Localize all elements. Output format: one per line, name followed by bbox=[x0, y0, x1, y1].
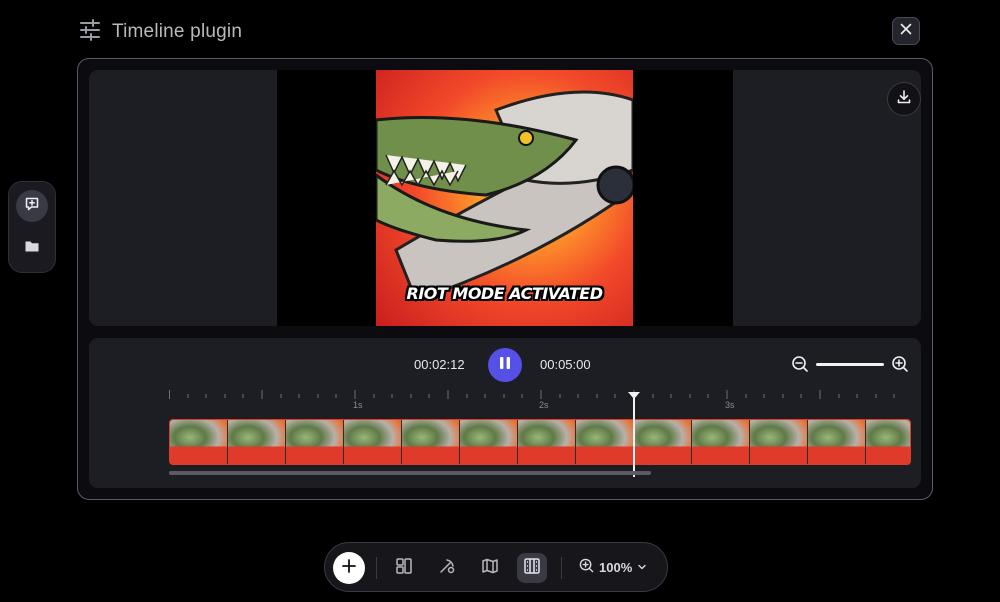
timeline-scrollbar[interactable] bbox=[169, 471, 651, 475]
add-comment-button[interactable] bbox=[16, 190, 48, 222]
time-ruler[interactable]: 1s 2s 3s bbox=[169, 390, 911, 412]
add-button[interactable] bbox=[333, 552, 365, 584]
zoom-in-icon bbox=[579, 558, 594, 576]
clip-frame bbox=[518, 420, 576, 464]
zoom-out-icon[interactable] bbox=[791, 355, 809, 378]
toolbar-divider bbox=[561, 557, 562, 579]
video-clip-track[interactable] bbox=[169, 419, 911, 465]
download-icon bbox=[896, 89, 912, 110]
clip-frame bbox=[286, 420, 344, 464]
folder-button[interactable] bbox=[16, 232, 48, 264]
map-icon bbox=[481, 557, 499, 580]
comment-plus-icon bbox=[24, 196, 40, 217]
ruler-ticks bbox=[169, 390, 895, 399]
current-time: 00:02:12 bbox=[414, 357, 465, 372]
magic-icon bbox=[438, 557, 456, 580]
sliders-icon bbox=[78, 18, 102, 47]
clip-frame bbox=[634, 420, 692, 464]
timeline: 00:02:12 00:05:00 1s 2s 3s bbox=[89, 338, 921, 488]
clip-frame bbox=[402, 420, 460, 464]
clip-frame bbox=[344, 420, 402, 464]
clip-frame bbox=[460, 420, 518, 464]
header: Timeline plugin bbox=[78, 18, 242, 46]
pause-button[interactable] bbox=[488, 348, 522, 382]
clip-frame bbox=[808, 420, 866, 464]
thumbnail-caption: RIOT MODE ACTIVATED bbox=[406, 284, 603, 303]
editor-panel: RIOT MODE ACTIVATED 00:02:12 00:05:00 1s… bbox=[77, 58, 933, 500]
layout-button[interactable] bbox=[389, 553, 419, 583]
page-title: Timeline plugin bbox=[112, 21, 243, 42]
zoom-in-icon[interactable] bbox=[891, 355, 909, 378]
playhead[interactable] bbox=[633, 395, 635, 477]
clip-frame bbox=[750, 420, 808, 464]
map-button[interactable] bbox=[475, 553, 505, 583]
close-icon bbox=[900, 22, 912, 40]
video-stage: RIOT MODE ACTIVATED bbox=[277, 70, 921, 326]
zoom-level-label: 100% bbox=[599, 559, 633, 575]
video-frame: RIOT MODE ACTIVATED bbox=[376, 70, 633, 326]
timeline-zoom bbox=[791, 355, 911, 373]
ruler-label-2s: 2s bbox=[539, 400, 549, 410]
clip-frame bbox=[692, 420, 750, 464]
layout-icon bbox=[395, 557, 413, 580]
left-rail bbox=[8, 181, 56, 273]
toolbar-divider bbox=[376, 557, 377, 579]
zoom-slider[interactable] bbox=[816, 363, 884, 366]
total-time: 00:05:00 bbox=[540, 357, 591, 372]
clip-frame bbox=[866, 420, 910, 464]
ruler-label-3s: 3s bbox=[725, 400, 735, 410]
clip-frame bbox=[170, 420, 228, 464]
timeline-button[interactable] bbox=[517, 553, 547, 583]
chevron-down-icon bbox=[637, 560, 647, 575]
zoom-dropdown[interactable]: 100% bbox=[579, 558, 647, 576]
download-button[interactable] bbox=[887, 82, 921, 116]
close-button[interactable] bbox=[892, 17, 920, 45]
clip-frame bbox=[228, 420, 286, 464]
folder-icon bbox=[24, 238, 40, 259]
ruler-label-1s: 1s bbox=[353, 400, 363, 410]
pause-icon bbox=[499, 356, 511, 375]
effects-button[interactable] bbox=[432, 553, 462, 583]
video-preview: RIOT MODE ACTIVATED bbox=[89, 70, 921, 326]
plus-icon bbox=[341, 558, 357, 579]
clip-frame bbox=[576, 420, 634, 464]
timeline-icon bbox=[523, 557, 541, 580]
bottom-toolbar: 100% bbox=[324, 542, 668, 592]
